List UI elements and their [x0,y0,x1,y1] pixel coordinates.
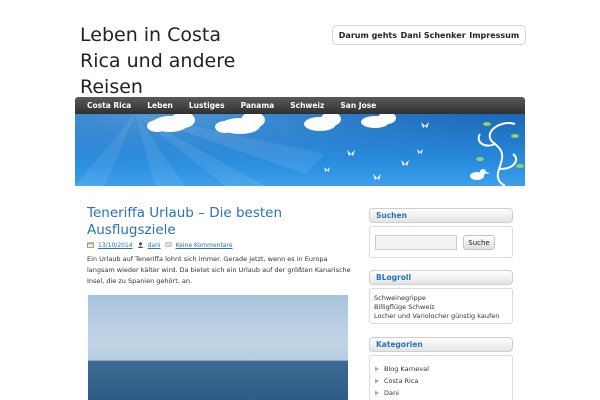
search-widget-heading: Suchen [369,208,513,223]
calendar-icon [87,242,94,248]
post-excerpt: Ein Urlaub auf Teneriffa lohnt sich imme… [87,255,351,285]
search-button[interactable]: Suche [463,235,495,250]
nav-item-san-jose[interactable]: San Jose [340,101,376,110]
nav-item-schweiz[interactable]: Schweiz [290,101,324,110]
nav-item-panama[interactable]: Panama [241,101,275,110]
blogroll-link[interactable]: Billigflüge Schweiz [374,303,514,312]
blogroll-list: Schweinegrippe Billigflüge Schweiz Loche… [374,294,514,321]
post-title[interactable]: Teneriffa Urlaub – Die besten Ausflugszi… [87,205,347,239]
chevron-right-icon [375,390,379,396]
header-illustration [75,114,525,186]
nav-item-lustiges[interactable]: Lustiges [189,101,225,110]
site-title[interactable]: Leben in Costa Rica und andere Reisen [80,22,240,100]
top-menu-item-dani-schenker[interactable]: Dani Schenker [401,31,466,40]
user-icon [137,242,144,248]
categories-list: Blog Karneval Costa Rica Dani [374,363,514,399]
category-label: Costa Rica [384,377,419,385]
comment-icon [164,242,172,248]
nav-item-costa-rica[interactable]: Costa Rica [87,101,131,110]
category-label: Dani [384,389,399,397]
post-meta: 13/10/2014 dani Keine Kommentare [87,240,233,250]
top-menu: Darum gehts Dani Schenker Impressum [332,25,526,45]
post-comments-link[interactable]: Keine Kommentare [176,242,233,249]
blogroll-link[interactable]: Locher und Variolocher günstig kaufen [374,312,514,321]
category-item[interactable]: Costa Rica [374,375,514,387]
top-menu-item-impressum[interactable]: Impressum [469,31,519,40]
post-date[interactable]: 13/10/2014 [98,242,133,249]
blogroll-link[interactable]: Schweinegrippe [374,294,514,303]
blogroll-widget-heading: BLogroll [369,270,513,285]
categories-widget-heading: Kategorien [369,337,513,352]
header-banner [75,114,525,186]
category-item[interactable]: Dani [374,387,514,399]
category-label: Blog Karneval [384,365,429,373]
post-author[interactable]: dani [148,242,161,249]
category-item[interactable]: Blog Karneval [374,363,514,375]
nav-item-leben[interactable]: Leben [147,101,173,110]
main-navigation: Costa Rica Leben Lustiges Panama Schweiz… [75,97,525,114]
search-input[interactable] [375,235,457,250]
post-image[interactable] [88,295,348,400]
top-menu-item-darum-gehts[interactable]: Darum gehts [339,31,397,40]
chevron-right-icon [375,378,379,384]
chevron-right-icon [375,366,379,372]
